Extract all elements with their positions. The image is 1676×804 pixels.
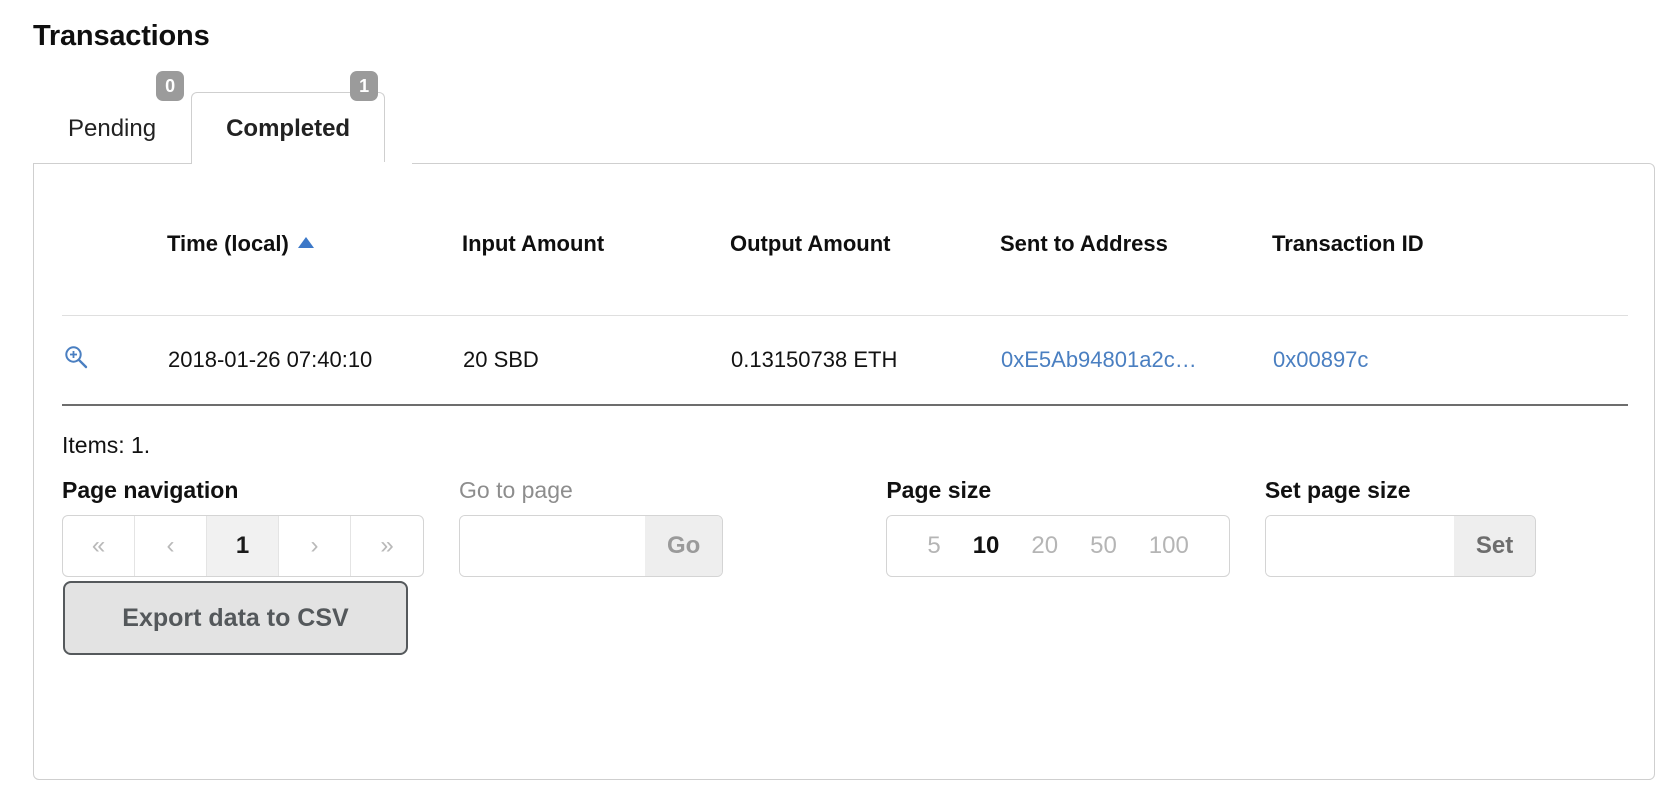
current-page-button[interactable]: 1 xyxy=(207,516,279,576)
page-navigation-group: Page navigation « ‹ 1 › » xyxy=(62,477,424,577)
transactions-page: Transactions 0 Pending 1 Completed Time … xyxy=(0,0,1676,804)
tab-completed[interactable]: 1 Completed xyxy=(191,71,386,164)
column-header-expand xyxy=(62,191,167,316)
go-to-page-label: Go to page xyxy=(459,477,573,503)
page-size-option-20[interactable]: 20 xyxy=(1015,532,1074,560)
set-page-size-input-group: Set xyxy=(1264,515,1537,577)
set-page-size-label: Set page size xyxy=(1264,477,1411,503)
transactions-table: Time (local) Input Amount Output Amount … xyxy=(62,191,1628,406)
set-button[interactable]: Set xyxy=(1453,516,1536,576)
column-header-time[interactable]: Time (local) xyxy=(167,191,462,316)
tab-completed-label: Completed xyxy=(226,114,351,142)
page-navigation-label: Page navigation xyxy=(62,477,239,503)
column-header-time-label: Time (local) xyxy=(167,231,289,256)
zoom-in-icon[interactable] xyxy=(63,344,89,370)
page-navigation-buttons: « ‹ 1 › » xyxy=(62,515,424,577)
page-size-label: Page size xyxy=(886,477,992,503)
completed-tab-panel: Time (local) Input Amount Output Amount … xyxy=(33,163,1655,780)
tab-bar: 0 Pending 1 Completed xyxy=(33,71,386,164)
go-to-page-input-group: Go xyxy=(459,515,724,577)
sent-to-address-link[interactable]: 0xE5Ab94801a2c… xyxy=(1001,347,1197,372)
page-size-option-10[interactable]: 10 xyxy=(957,532,1016,560)
page-size-option-5[interactable]: 5 xyxy=(911,532,956,560)
go-to-page-group: Go to page Go xyxy=(459,477,724,577)
next-page-button[interactable]: › xyxy=(279,516,351,576)
cell-time: 2018-01-26 07:40:10 xyxy=(167,315,462,406)
page-size-option-100[interactable]: 100 xyxy=(1133,532,1205,560)
column-header-input-amount[interactable]: Input Amount xyxy=(462,191,730,316)
page-title: Transactions xyxy=(33,20,210,52)
go-button[interactable]: Go xyxy=(645,516,723,576)
tab-pending[interactable]: 0 Pending xyxy=(33,71,191,164)
cell-sent-to-address: 0xE5Ab94801a2c… xyxy=(1000,315,1272,406)
page-size-option-50[interactable]: 50 xyxy=(1074,532,1133,560)
first-page-button[interactable]: « xyxy=(63,516,135,576)
set-page-size-input[interactable] xyxy=(1265,516,1454,576)
items-count: Items: 1. xyxy=(62,432,151,458)
transaction-id-link[interactable]: 0x00897c xyxy=(1273,347,1368,372)
tab-completed-badge: 1 xyxy=(350,71,379,101)
table-row: 2018-01-26 07:40:10 20 SBD 0.13150738 ET… xyxy=(62,315,1628,406)
tab-pending-badge: 0 xyxy=(156,71,185,101)
tab-pending-label: Pending xyxy=(68,114,157,142)
pagination-controls: Page navigation « ‹ 1 › » Go to page Go xyxy=(62,477,1551,577)
page-size-group: Page size 5 10 20 50 100 xyxy=(886,477,1230,577)
cell-output-amount: 0.13150738 ETH xyxy=(730,315,1000,406)
column-header-transaction-id[interactable]: Transaction ID xyxy=(1272,191,1628,316)
last-page-button[interactable]: » xyxy=(351,516,423,576)
row-expand-cell xyxy=(62,315,167,406)
page-size-options: 5 10 20 50 100 xyxy=(886,515,1230,577)
column-header-sent-to-address[interactable]: Sent to Address xyxy=(1000,191,1272,316)
column-header-output-amount[interactable]: Output Amount xyxy=(730,191,1000,316)
cell-input-amount: 20 SBD xyxy=(462,315,730,406)
previous-page-button[interactable]: ‹ xyxy=(135,516,207,576)
table-header-row: Time (local) Input Amount Output Amount … xyxy=(62,191,1628,316)
active-tab-seam xyxy=(212,162,412,165)
set-page-size-group: Set page size Set xyxy=(1264,477,1537,577)
cell-transaction-id: 0x00897c xyxy=(1272,315,1628,406)
export-data-to-csv-button[interactable]: Export data to CSV xyxy=(63,581,408,655)
go-to-page-input[interactable] xyxy=(460,516,645,576)
sort-ascending-icon xyxy=(297,237,314,248)
